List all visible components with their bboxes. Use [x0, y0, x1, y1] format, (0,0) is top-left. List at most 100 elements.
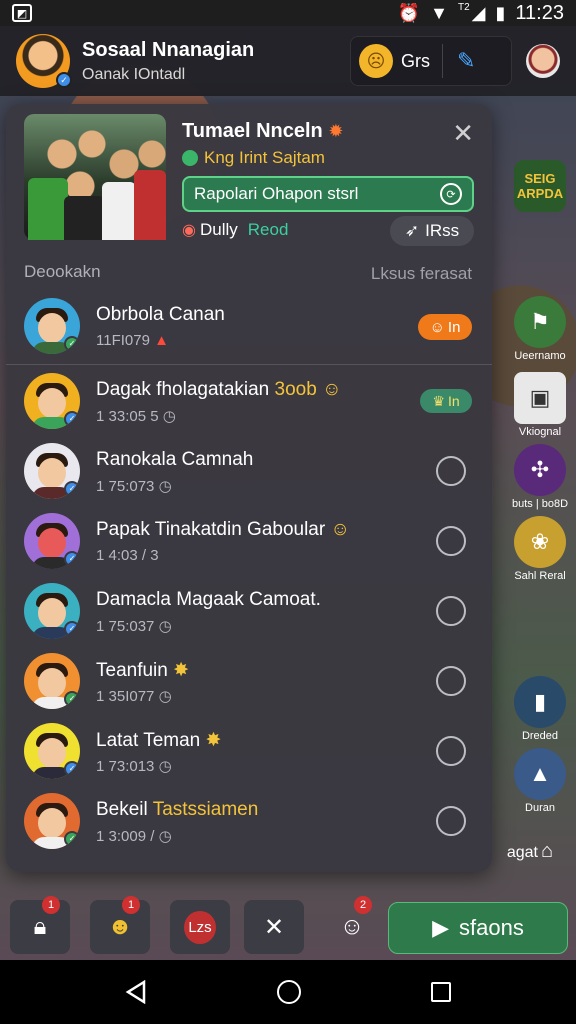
section-label-left: Deookakn [24, 262, 101, 281]
contact-list: ✓ Dagak fholagatakian 3oob ☺ 1 33:05 5 ◷… [6, 364, 492, 872]
tool-icon[interactable]: ✎ [457, 48, 475, 74]
smile-icon: ☺ [322, 379, 342, 400]
action-field[interactable]: Rapolari Ohapon stsrl ⟳ [182, 176, 474, 212]
contact-sub: 1 75:037 ◷ [96, 618, 172, 635]
rocket-icon: ➶ [404, 221, 420, 240]
clock-icon: ◷ [158, 618, 172, 635]
select-radio[interactable] [436, 666, 466, 696]
app-notification-icon: ◩ [12, 4, 32, 22]
play-button[interactable]: ▶ sfaons [388, 902, 568, 954]
list-item[interactable]: ✓ Damacla Magaak Camoat. 1 75:037 ◷ [6, 579, 492, 643]
profile-avatar[interactable] [526, 44, 560, 78]
select-radio[interactable] [436, 736, 466, 766]
avatar: ✓ [24, 373, 80, 429]
group-photo [24, 114, 166, 240]
avatar: ✓ [24, 653, 80, 709]
side-button-4[interactable]: ❀ Sahl Reral [510, 516, 570, 582]
side-button-6[interactable]: ▲ Duran [510, 748, 570, 814]
app-subtitle: Oanak IOntadl [82, 65, 186, 83]
clock-icon: ◷ [158, 758, 172, 775]
list-item[interactable]: ✓ Dagak fholagatakian 3oob ☺ 1 33:05 5 ◷… [6, 369, 492, 433]
avatar: ✓ [24, 793, 80, 849]
rss-button[interactable]: ➶ IRss [390, 216, 474, 246]
select-radio[interactable] [436, 806, 466, 836]
alarm-icon: ⏰ [397, 2, 421, 23]
lock-icon: 🔒︎ [33, 913, 47, 940]
avatar: ✓ [24, 443, 80, 499]
side-button-5[interactable]: ▮ Dreded [510, 676, 570, 742]
verified-icon: ✓ [64, 761, 80, 777]
home-icon[interactable] [277, 980, 301, 1004]
pinned-contact-row[interactable]: ✓ Obrbola Canan 11FI079 ▲ ☺ In [6, 294, 492, 358]
close-button[interactable]: ✕ [452, 118, 474, 149]
wifi-icon: ▼ [430, 2, 448, 23]
list-item[interactable]: ✓ Papak Tinakatdin Gaboular ☺ 1 4:03 / 3 [6, 509, 492, 573]
list-item[interactable]: ✓ Bekeil Tastssiamen 1 3:009 / ◷ [6, 789, 492, 853]
smile-icon: ☺ [330, 519, 350, 540]
side-button-3[interactable]: ✣ buts | bo8D [510, 444, 570, 510]
contact-name: Obrbola Canan [96, 304, 225, 325]
spark-icon: ✸ [205, 730, 222, 751]
player-avatar-icon: ☺ [339, 913, 365, 940]
join-pill-button[interactable]: ♛ In [420, 389, 472, 413]
verified-icon: ✓ [64, 481, 80, 497]
group-panel: Tumael Nnceln ✹ ✕ Kng Irint Sajtam Rapol… [6, 104, 492, 872]
currency-label: Grs [401, 50, 430, 71]
lzs-button[interactable]: Lzs [170, 900, 230, 954]
verified-icon: ✓ [64, 691, 80, 707]
list-item[interactable]: ✓ Latat Teman ✸ 1 73:013 ◷ [6, 719, 492, 783]
lock-button[interactable]: 🔒︎ 1 [10, 896, 70, 954]
ranking-icon: ▮ [514, 676, 566, 728]
refresh-icon[interactable]: ⟳ [440, 183, 462, 205]
gift-icon: ❀ [514, 516, 566, 568]
game-logo[interactable]: SEIG ARPDA [510, 160, 570, 214]
bag-icon: ⌂ [541, 840, 554, 862]
navigation-icon: ▲ [514, 748, 566, 800]
recents-icon[interactable] [431, 982, 451, 1002]
verified-icon: ✓ [64, 411, 80, 427]
select-radio[interactable] [436, 526, 466, 556]
signal-icon: ◢ [471, 2, 486, 23]
contact-name: Ranokala Camnah [96, 449, 254, 470]
cat-button[interactable]: ☻ 1 [90, 896, 150, 954]
verified-badge-icon: ✓ [56, 72, 72, 88]
contact-sub: 1 4:03 / 3 [96, 547, 159, 564]
contact-name: Damacla Magaak Camoat. [96, 589, 321, 610]
join-pill-button[interactable]: ☺ In [418, 314, 472, 340]
app-title: Sosaal Nnanagian [82, 38, 255, 61]
currency-panel[interactable]: ☹ Grs ✎ [350, 36, 512, 86]
side-button-1[interactable]: ⚑ Ueernamo [510, 296, 570, 362]
fire-icon: ✹ [328, 121, 344, 141]
list-item[interactable]: ✓ Ranokala Camnah 1 75:073 ◷ [6, 439, 492, 503]
side-button-2[interactable]: ▣ Vkiognal [510, 372, 570, 438]
group-status: Kng Irint Sajtam [182, 148, 325, 168]
list-item[interactable]: ✓ Teanfuin ✸ 1 35I077 ◷ [6, 649, 492, 713]
contact-sub: 1 75:073 ◷ [96, 478, 172, 495]
trophy-icon: ♛ [432, 392, 445, 409]
spark-icon: ✸ [173, 660, 190, 681]
system-nav-bar [0, 960, 576, 1024]
side-button-7[interactable]: agat ⌂ [490, 840, 570, 863]
cat-icon: ☻ [107, 913, 133, 940]
app-header: ✓ Sosaal Nnanagian Oanak IOntadl ☹ Grs ✎ [0, 26, 576, 96]
compass-icon: ◉ [182, 222, 196, 239]
player-avatar-button[interactable]: ☺ 2 [322, 896, 382, 954]
verified-icon: ✓ [64, 551, 80, 567]
contact-sub: 1 35I077 ◷ [96, 688, 172, 705]
select-radio[interactable] [436, 456, 466, 486]
clock-icon: ◷ [158, 688, 172, 705]
clock-icon: ◷ [162, 408, 176, 425]
verified-icon: ✓ [64, 831, 80, 847]
smile-icon: ☺ [429, 318, 445, 336]
contact-name: Dagak fholagatakian 3oob ☺ [96, 379, 342, 400]
avatar: ✓ [24, 583, 80, 639]
clock-icon: ◷ [158, 828, 172, 845]
contact-sub: 1 3:009 / ◷ [96, 828, 172, 845]
select-radio[interactable] [436, 596, 466, 626]
back-icon[interactable] [125, 980, 147, 1004]
verified-icon: ✓ [64, 336, 80, 352]
section-label-right[interactable]: Lksus ferasat [371, 264, 472, 284]
user-avatar[interactable]: ✓ [16, 34, 72, 88]
verified-icon: ✓ [64, 621, 80, 637]
dismiss-button[interactable]: ✕ [244, 900, 304, 954]
